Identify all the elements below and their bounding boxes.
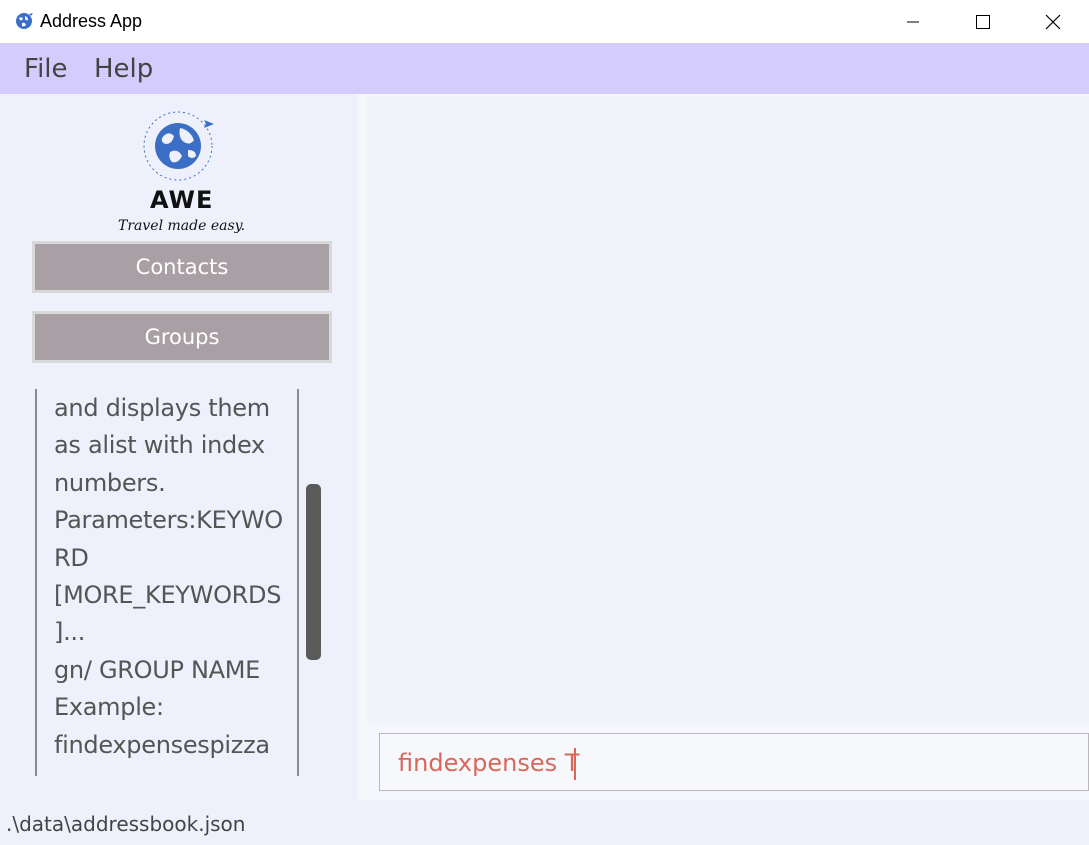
- status-bar: .\data\addressbook.json: [0, 800, 1089, 845]
- minimize-icon: [907, 21, 919, 22]
- status-file-path: .\data\addressbook.json: [6, 812, 246, 836]
- result-display[interactable]: and displays them as alist with index nu…: [35, 389, 326, 776]
- globe-logo-icon: [143, 111, 214, 181]
- minimize-button[interactable]: [878, 0, 948, 43]
- list-panel: [366, 96, 1089, 723]
- scrollbar-thumb[interactable]: [306, 484, 321, 660]
- menu-help[interactable]: Help: [94, 54, 153, 84]
- maximize-icon: [976, 14, 990, 29]
- result-line: numbers.: [54, 469, 166, 497]
- result-line: [MORE_KEYWORDS: [54, 581, 282, 609]
- result-line: ]...: [54, 618, 86, 646]
- contacts-button[interactable]: Contacts: [32, 241, 332, 293]
- logo-title: AWE: [150, 186, 214, 214]
- command-input-text: findexpenses T: [398, 749, 580, 777]
- result-line: and displays them: [54, 394, 270, 422]
- result-line: Example:: [54, 693, 164, 721]
- result-line: as alist with index: [54, 431, 265, 459]
- menu-bar: File Help: [0, 43, 1089, 94]
- result-line: findexpensespizza: [54, 731, 270, 759]
- close-button[interactable]: [1018, 0, 1088, 43]
- window-title: Address App: [40, 11, 143, 31]
- groups-button[interactable]: Groups: [32, 311, 332, 363]
- close-icon: [1045, 14, 1061, 29]
- menu-file[interactable]: File: [24, 54, 68, 84]
- result-line: RD: [54, 544, 89, 572]
- result-text-area[interactable]: and displays them as alist with index nu…: [37, 389, 299, 776]
- app-logo: AWE Travel made easy.: [112, 110, 252, 234]
- globe-icon: [14, 11, 34, 31]
- result-line: gn/ GROUP NAME: [54, 656, 261, 684]
- command-input[interactable]: findexpenses T: [379, 733, 1089, 791]
- sidebar: AWE Travel made easy. Contacts Groups an…: [0, 94, 358, 800]
- main-panel: findexpenses T: [358, 94, 1089, 800]
- text-caret: [574, 748, 576, 780]
- logo-tagline: Travel made easy.: [118, 218, 246, 234]
- title-bar: Address App: [0, 0, 1089, 43]
- maximize-button[interactable]: [948, 0, 1018, 43]
- result-line: Parameters:KEYWO: [54, 506, 283, 534]
